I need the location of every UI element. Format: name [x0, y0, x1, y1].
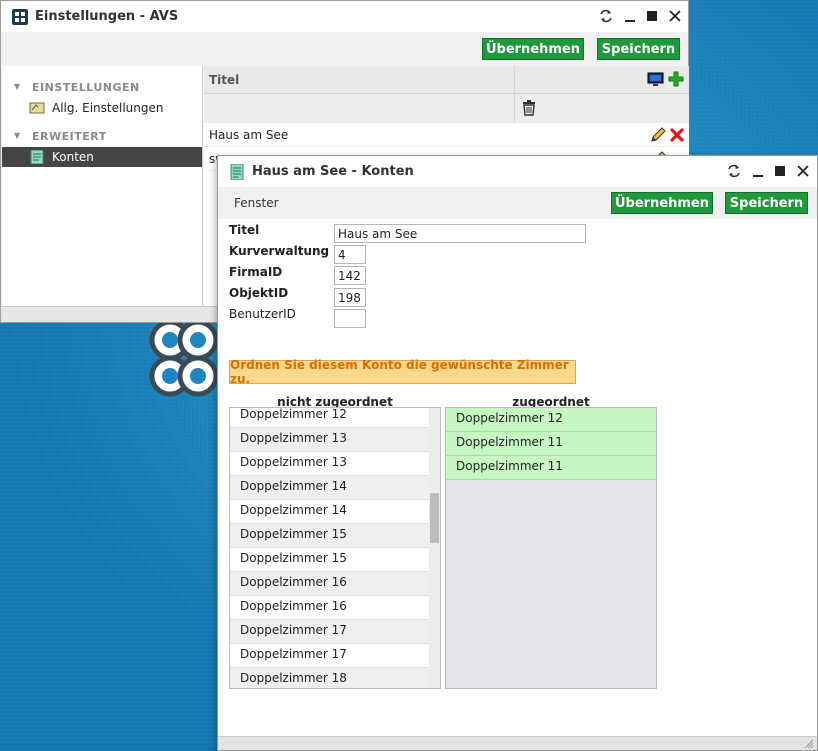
- list-item[interactable]: Doppelzimmer 12: [446, 408, 656, 432]
- list-item[interactable]: Doppelzimmer 18: [230, 668, 429, 688]
- settings-sidebar: ▼ EINSTELLUNGEN Allg. Einstellungen ▼ ER…: [2, 66, 203, 308]
- close-icon[interactable]: [667, 8, 683, 24]
- unassigned-rooms-list[interactable]: Doppelzimmer 12 Doppelzimmer 13 Doppelzi…: [229, 407, 441, 689]
- menu-fenster[interactable]: Fenster: [234, 196, 279, 210]
- grid-header: Titel: [204, 66, 689, 94]
- sidebar-item-general-settings[interactable]: Allg. Einstellungen: [2, 98, 202, 118]
- trash-icon[interactable]: [522, 100, 536, 116]
- collapse-triangle-icon: ▼: [14, 131, 21, 140]
- grid-filter-row: [204, 94, 689, 123]
- accounts-toolbar: Fenster Übernehmen Speichern: [218, 187, 817, 219]
- document-icon: [230, 164, 244, 180]
- objekt-id-field[interactable]: [334, 288, 366, 307]
- accounts-statusbar: [218, 736, 817, 750]
- sidebar-item-accounts[interactable]: Konten: [2, 147, 202, 167]
- minimize-icon[interactable]: [750, 163, 766, 179]
- list-item[interactable]: Doppelzimmer 17: [230, 620, 429, 644]
- save-button[interactable]: Speichern: [597, 38, 680, 60]
- title-label: Titel: [229, 223, 260, 237]
- kurverwaltung-field[interactable]: [334, 245, 366, 264]
- assigned-rooms-list[interactable]: Doppelzimmer 12 Doppelzimmer 11 Doppelzi…: [445, 407, 657, 689]
- apply-button[interactable]: Übernehmen: [482, 38, 584, 60]
- list-item[interactable]: Doppelzimmer 15: [230, 548, 429, 572]
- benutzer-id-label: BenutzerID: [229, 307, 296, 321]
- refresh-icon[interactable]: [598, 8, 614, 24]
- sidebar-item-label: Allg. Einstellungen: [52, 101, 164, 115]
- desktop-logo: [149, 319, 219, 397]
- settings-toolbar: Übernehmen Speichern: [1, 32, 688, 65]
- list-item[interactable]: Doppelzimmer 14: [230, 476, 429, 500]
- maximize-icon[interactable]: [772, 163, 788, 179]
- maximize-icon[interactable]: [644, 8, 660, 24]
- window-title: Einstellungen - AVS: [35, 9, 179, 24]
- kurverwaltung-label: Kurverwaltung: [229, 244, 330, 258]
- apply-button[interactable]: Übernehmen: [611, 192, 713, 214]
- sidebar-section-settings[interactable]: ▼ EINSTELLUNGEN: [2, 79, 202, 97]
- benutzer-id-field[interactable]: [334, 309, 366, 328]
- list-scrollbar[interactable]: [429, 408, 440, 688]
- minimize-icon[interactable]: [622, 8, 638, 24]
- accounts-window: Haus am See - Konten Fenster Übernehmen …: [217, 155, 818, 751]
- window-title: Haus am See - Konten: [252, 164, 414, 179]
- sidebar-section-extended[interactable]: ▼ ERWEITERT: [2, 128, 202, 146]
- app-logo-icon: [12, 9, 28, 25]
- list-item[interactable]: Doppelzimmer 16: [230, 572, 429, 596]
- objekt-id-label: ObjektID: [229, 286, 289, 300]
- save-button[interactable]: Speichern: [725, 192, 808, 214]
- refresh-icon[interactable]: [726, 163, 742, 179]
- assign-notice-banner: Ordnen Sie diesem Konto die gewünschte Z…: [229, 358, 576, 386]
- collapse-triangle-icon: ▼: [14, 82, 21, 91]
- list-item[interactable]: Doppelzimmer 15: [230, 524, 429, 548]
- settings-titlebar[interactable]: Einstellungen - AVS: [1, 1, 688, 32]
- settings-card-icon: [29, 102, 45, 114]
- table-row[interactable]: Haus am See: [204, 123, 689, 147]
- list-item[interactable]: Doppelzimmer 11: [446, 456, 656, 480]
- list-item[interactable]: Doppelzimmer 11: [446, 432, 656, 456]
- row-title: Haus am See: [209, 128, 289, 142]
- list-item[interactable]: Doppelzimmer 12: [230, 408, 429, 428]
- list-item[interactable]: Doppelzimmer 17: [230, 644, 429, 668]
- accounts-titlebar[interactable]: Haus am See - Konten: [218, 156, 817, 187]
- scrollbar-thumb[interactable]: [430, 493, 439, 543]
- column-header-title[interactable]: Titel: [209, 73, 239, 87]
- list-item[interactable]: Doppelzimmer 14: [230, 500, 429, 524]
- section-label: EINSTELLUNGEN: [32, 81, 140, 94]
- add-icon[interactable]: [668, 71, 684, 87]
- resize-grip-icon[interactable]: [804, 739, 814, 749]
- edit-pencil-icon[interactable]: [650, 127, 666, 143]
- delete-x-icon[interactable]: [669, 127, 685, 143]
- firma-id-label: FirmaID: [229, 265, 283, 279]
- list-item[interactable]: Doppelzimmer 16: [230, 596, 429, 620]
- firma-id-field[interactable]: [334, 266, 366, 285]
- title-field[interactable]: [334, 224, 586, 243]
- close-icon[interactable]: [795, 163, 811, 179]
- list-item[interactable]: Doppelzimmer 13: [230, 428, 429, 452]
- monitor-icon[interactable]: [647, 72, 664, 87]
- list-item[interactable]: Doppelzimmer 13: [230, 452, 429, 476]
- section-label: ERWEITERT: [32, 130, 107, 143]
- sidebar-item-label: Konten: [52, 150, 94, 164]
- document-icon: [30, 150, 44, 164]
